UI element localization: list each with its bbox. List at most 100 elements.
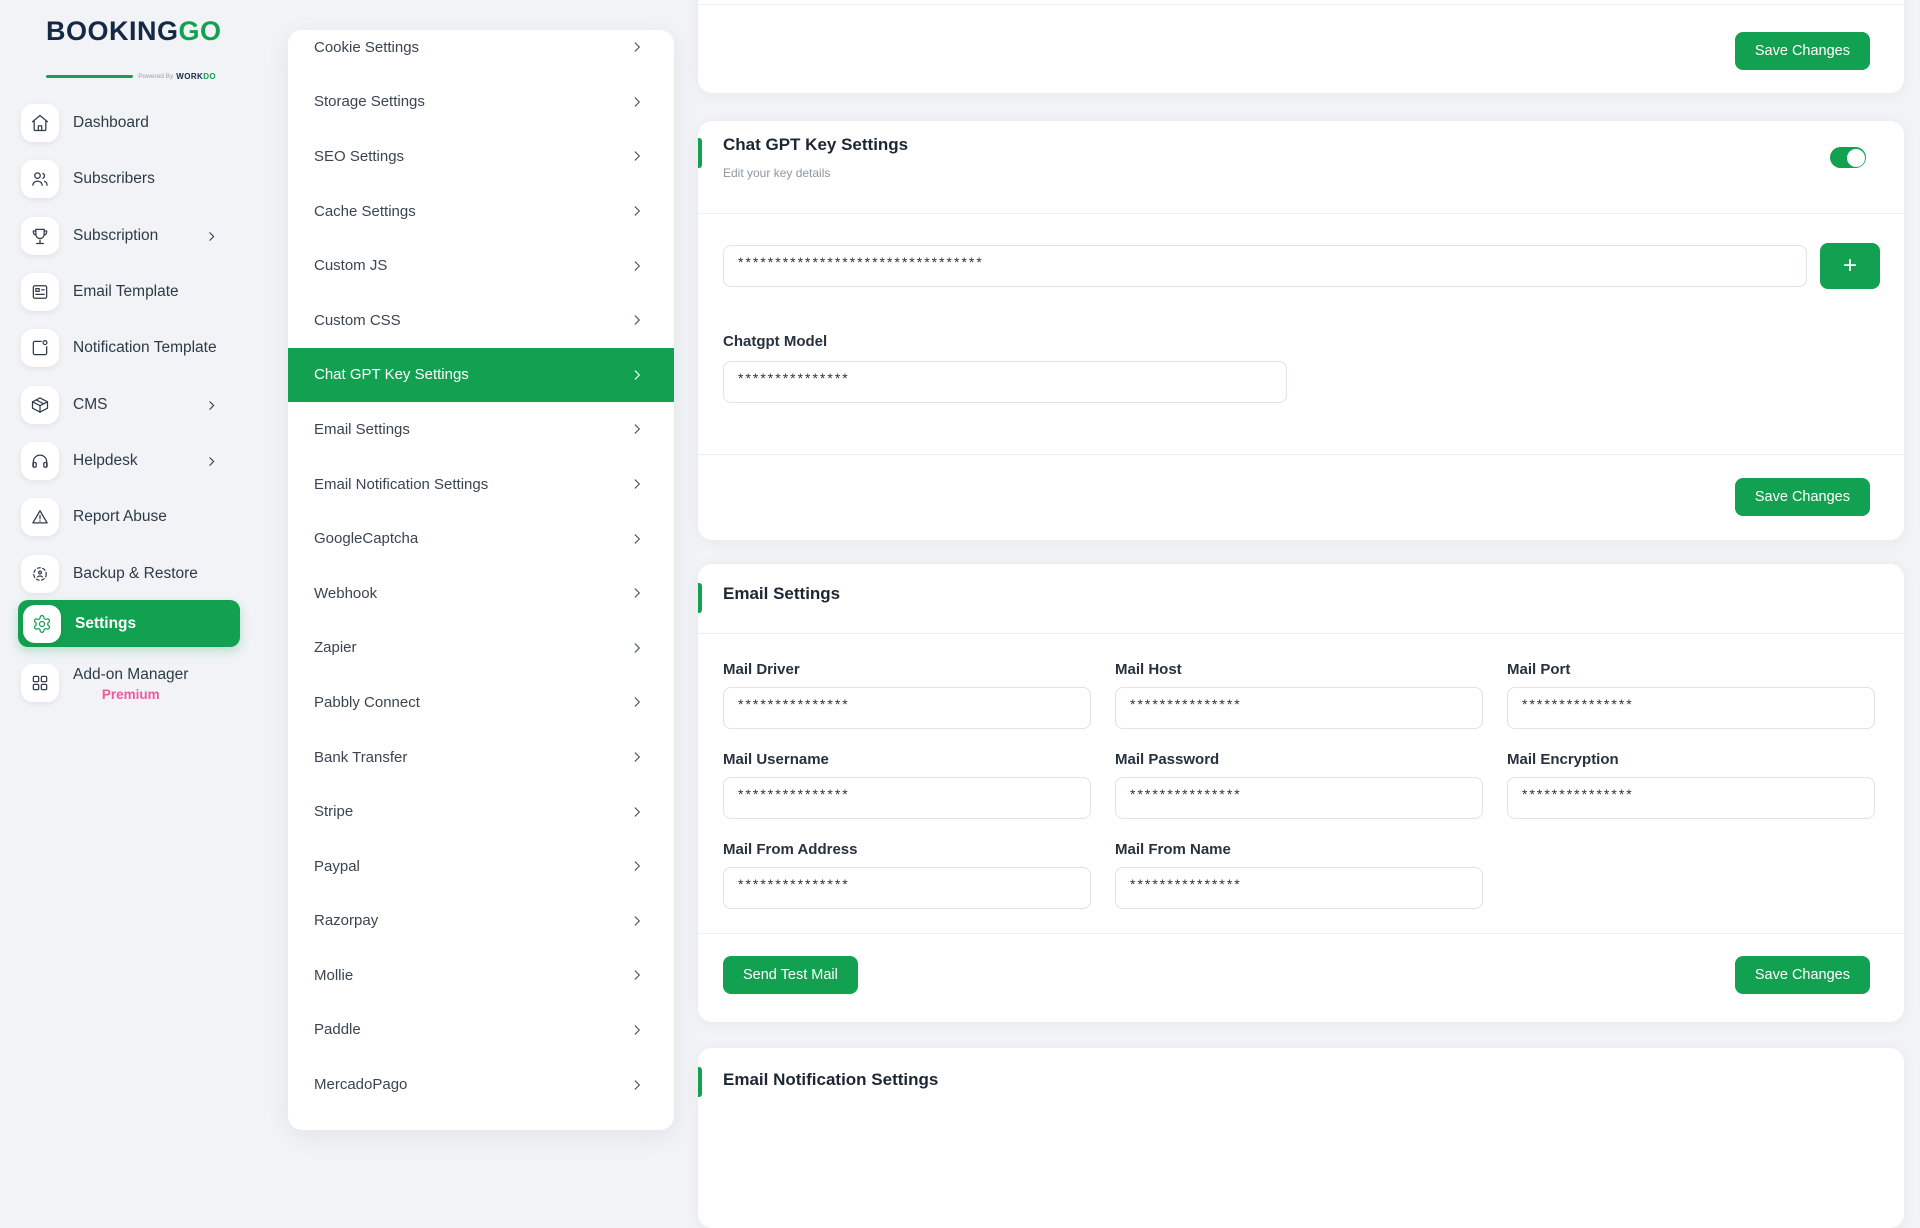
chevron-right-icon <box>205 455 218 468</box>
mail-password-label: Mail Password <box>1115 751 1483 768</box>
chatgpt-key-input[interactable] <box>723 245 1807 287</box>
chevron-right-icon <box>630 259 644 273</box>
primary-sidebar: BOOKINGGO Powered By WORKDO Dashboard Su… <box>0 0 262 1080</box>
mail-from-address-label: Mail From Address <box>723 841 1091 858</box>
divider <box>698 933 1904 934</box>
chevron-right-icon <box>630 149 644 163</box>
form-field: Mail Host <box>1115 661 1483 729</box>
settings-nav-item-seo[interactable]: SEO Settings <box>288 129 674 184</box>
settings-nav-item-mercadopago[interactable]: MercadoPago <box>288 1057 674 1112</box>
settings-nav-item-stripe[interactable]: Stripe <box>288 784 674 839</box>
sidebar-item-helpdesk[interactable]: Helpdesk <box>21 442 246 480</box>
save-changes-button[interactable]: Save Changes <box>1735 478 1870 516</box>
toggle-knob <box>1847 149 1865 167</box>
mail-port-input[interactable] <box>1507 687 1875 729</box>
sidebar-item-email-template[interactable]: Email Template <box>21 273 246 311</box>
package-icon <box>21 386 59 424</box>
restore-icon <box>21 555 59 593</box>
email-notification-settings-card: Email Notification Settings <box>698 1048 1904 1228</box>
settings-nav-item-email-notification[interactable]: Email Notification Settings <box>288 457 674 512</box>
users-icon <box>21 160 59 198</box>
mail-port-label: Mail Port <box>1507 661 1875 678</box>
settings-nav-item-paddle[interactable]: Paddle <box>288 1003 674 1058</box>
settings-nav-item-zapier[interactable]: Zapier <box>288 621 674 676</box>
settings-nav-item-bank-transfer[interactable]: Bank Transfer <box>288 730 674 785</box>
form-field: Mail Port <box>1507 661 1875 729</box>
workdo-logo: WORKDO <box>176 72 216 81</box>
save-changes-button[interactable]: Save Changes <box>1735 32 1870 70</box>
settings-nav-item-googlecaptcha[interactable]: GoogleCaptcha <box>288 511 674 566</box>
mail-from-name-label: Mail From Name <box>1115 841 1483 858</box>
sidebar-item-cms[interactable]: CMS <box>21 386 246 424</box>
sidebar-item-subscribers[interactable]: Subscribers <box>21 160 246 198</box>
settings-nav-item-custom-css[interactable]: Custom CSS <box>288 293 674 348</box>
mail-username-input[interactable] <box>723 777 1091 819</box>
sidebar-item-report-abuse[interactable]: Report Abuse <box>21 498 246 536</box>
trophy-icon <box>21 217 59 255</box>
sidebar-item-addon-manager[interactable]: Add-on Manager Premium <box>21 664 188 702</box>
chevron-right-icon <box>630 695 644 709</box>
chevron-right-icon <box>630 313 644 327</box>
logo-rule <box>46 75 133 78</box>
chevron-right-icon <box>630 1023 644 1037</box>
chevron-right-icon <box>630 368 644 382</box>
settings-nav-item-pabbly[interactable]: Pabbly Connect <box>288 675 674 730</box>
settings-nav-item-cookie[interactable]: Cookie Settings <box>288 30 674 75</box>
powered-by-text: Powered By <box>138 73 173 80</box>
settings-nav-item-cache[interactable]: Cache Settings <box>288 184 674 239</box>
divider <box>698 454 1904 455</box>
sidebar-item-subscription[interactable]: Subscription <box>21 217 246 255</box>
mail-from-address-input[interactable] <box>723 867 1091 909</box>
chevron-right-icon <box>630 968 644 982</box>
form-field: Mail Driver <box>723 661 1091 729</box>
chatgpt-model-input[interactable] <box>723 361 1287 403</box>
mail-encryption-label: Mail Encryption <box>1507 751 1875 768</box>
settings-nav-item-paypal[interactable]: Paypal <box>288 839 674 894</box>
mail-host-input[interactable] <box>1115 687 1483 729</box>
sidebar-item-label: Subscription <box>73 227 158 245</box>
section-title: Chat GPT Key Settings <box>723 135 908 155</box>
section-accent-bar <box>698 583 702 613</box>
chevron-right-icon <box>630 750 644 764</box>
chatgpt-enabled-toggle[interactable] <box>1830 147 1866 168</box>
settings-nav-item-email[interactable]: Email Settings <box>288 402 674 457</box>
mail-password-input[interactable] <box>1115 777 1483 819</box>
chevron-right-icon <box>630 859 644 873</box>
premium-badge: Premium <box>102 687 160 702</box>
sidebar-item-notification-template[interactable]: Notification Template <box>21 329 246 367</box>
alert-triangle-icon <box>21 498 59 536</box>
settings-nav-item-chatgpt[interactable]: Chat GPT Key Settings <box>288 348 674 403</box>
mail-driver-input[interactable] <box>723 687 1091 729</box>
sidebar-item-dashboard[interactable]: Dashboard <box>21 104 246 142</box>
mail-from-name-input[interactable] <box>1115 867 1483 909</box>
grid-icon <box>21 664 59 702</box>
app-logo: BOOKINGGO <box>46 16 222 47</box>
divider <box>698 4 1904 5</box>
section-title: Email Notification Settings <box>723 1070 938 1090</box>
sidebar-item-label: Notification Template <box>73 339 217 357</box>
home-icon <box>21 104 59 142</box>
settings-nav-item-custom-js[interactable]: Custom JS <box>288 238 674 293</box>
chevron-right-icon <box>630 805 644 819</box>
sidebar-item-backup-restore[interactable]: Backup & Restore <box>21 555 246 593</box>
settings-nav-item-razorpay[interactable]: Razorpay <box>288 894 674 949</box>
settings-nav-item-webhook[interactable]: Webhook <box>288 566 674 621</box>
settings-nav-item-storage[interactable]: Storage Settings <box>288 75 674 130</box>
sidebar-item-label: Subscribers <box>73 170 155 188</box>
section-subtitle: Edit your key details <box>723 166 830 180</box>
form-field: Mail From Name <box>1115 841 1483 909</box>
send-test-mail-button[interactable]: Send Test Mail <box>723 956 858 994</box>
save-changes-button[interactable]: Save Changes <box>1735 956 1870 994</box>
mail-encryption-input[interactable] <box>1507 777 1875 819</box>
chevron-right-icon <box>630 95 644 109</box>
add-key-button[interactable]: + <box>1820 243 1880 289</box>
sidebar-item-settings[interactable]: Settings <box>18 600 240 647</box>
section-accent-bar <box>698 138 702 168</box>
sidebar-item-label: Backup & Restore <box>73 565 198 583</box>
chevron-right-icon <box>630 532 644 546</box>
chatgpt-key-settings-card: Chat GPT Key Settings Edit your key deta… <box>698 121 1904 540</box>
settings-nav-item-mollie[interactable]: Mollie <box>288 948 674 1003</box>
chevron-right-icon <box>630 586 644 600</box>
divider <box>698 633 1904 634</box>
sidebar-item-label: Dashboard <box>73 114 149 132</box>
